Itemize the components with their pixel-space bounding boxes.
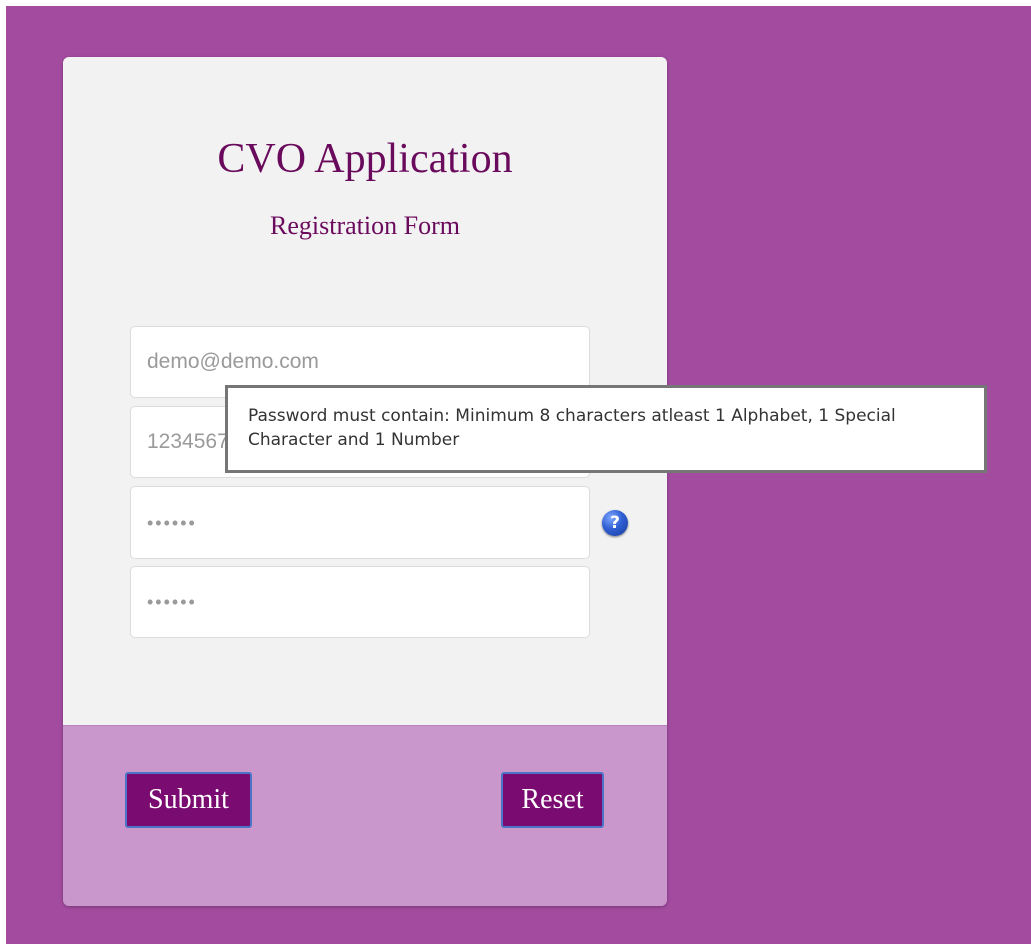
question-mark-icon[interactable]: ? xyxy=(602,510,628,536)
password-hint-tooltip: Password must contain: Minimum 8 charact… xyxy=(225,385,987,473)
page-background: CVO Application Registration Form ? Subm… xyxy=(6,6,1031,944)
password-field[interactable] xyxy=(130,486,590,559)
confirm-password-field[interactable] xyxy=(130,566,590,638)
form-subtitle: Registration Form xyxy=(270,211,460,240)
reset-button[interactable]: Reset xyxy=(501,772,604,828)
registration-card: CVO Application Registration Form ? Subm… xyxy=(63,57,667,906)
submit-button[interactable]: Submit xyxy=(125,772,252,828)
page-title: CVO Application xyxy=(217,136,513,182)
